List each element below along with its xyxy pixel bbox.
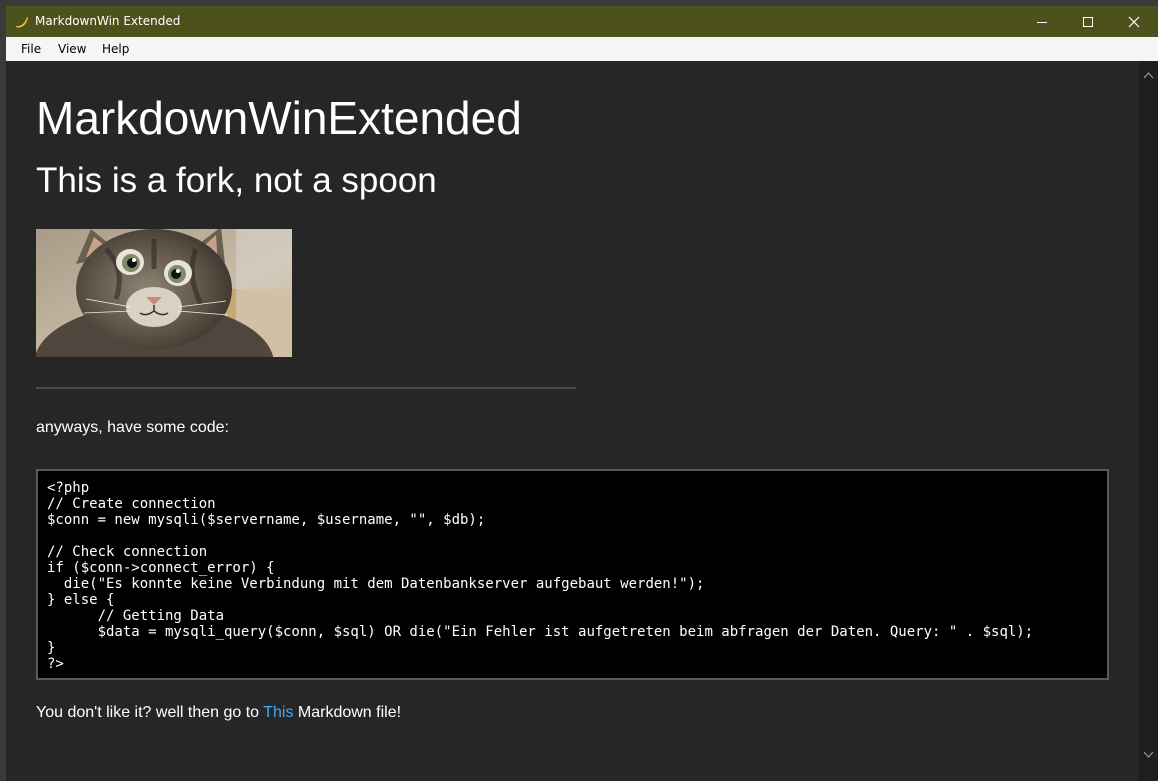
kitten-image	[36, 229, 292, 357]
menu-bar: File View Help	[6, 37, 1158, 62]
footer-text-before: You don't like it? well then go to	[36, 704, 264, 721]
footer-text-after: Markdown file!	[293, 704, 402, 721]
heading-2: This is a fork, not a spoon	[36, 161, 437, 200]
maximize-icon	[1083, 16, 1093, 27]
menu-view[interactable]: View	[58, 37, 86, 61]
kitten-icon	[36, 229, 292, 357]
vertical-scrollbar[interactable]	[1139, 61, 1158, 781]
app-window: MarkdownWin Extended File View Help Mark…	[6, 6, 1158, 781]
maximize-button[interactable]	[1065, 6, 1111, 37]
heading-1: MarkdownWinExtended	[36, 92, 522, 144]
window-title: MarkdownWin Extended	[35, 14, 181, 28]
footer-paragraph: You don't like it? well then go to This …	[36, 703, 401, 723]
scroll-down-icon[interactable]	[1143, 749, 1154, 760]
minimize-button[interactable]	[1019, 6, 1065, 37]
scroll-up-icon[interactable]	[1143, 70, 1154, 81]
code-text: <?php // Create connection $conn = new m…	[47, 480, 1034, 672]
menu-help[interactable]: Help	[102, 37, 129, 61]
minimize-icon	[1037, 21, 1047, 23]
title-bar[interactable]: MarkdownWin Extended	[6, 6, 1158, 37]
close-button[interactable]	[1111, 6, 1157, 37]
menu-file[interactable]: File	[21, 37, 41, 61]
horizontal-rule	[36, 387, 576, 389]
intro-paragraph: anyways, have some code:	[36, 419, 229, 436]
markdown-preview: MarkdownWinExtended This is a fork, not …	[6, 61, 1139, 781]
code-block: <?php // Create connection $conn = new m…	[36, 469, 1109, 680]
markdown-file-link[interactable]: This	[263, 704, 293, 721]
banana-icon	[16, 15, 29, 28]
close-icon	[1128, 16, 1140, 27]
